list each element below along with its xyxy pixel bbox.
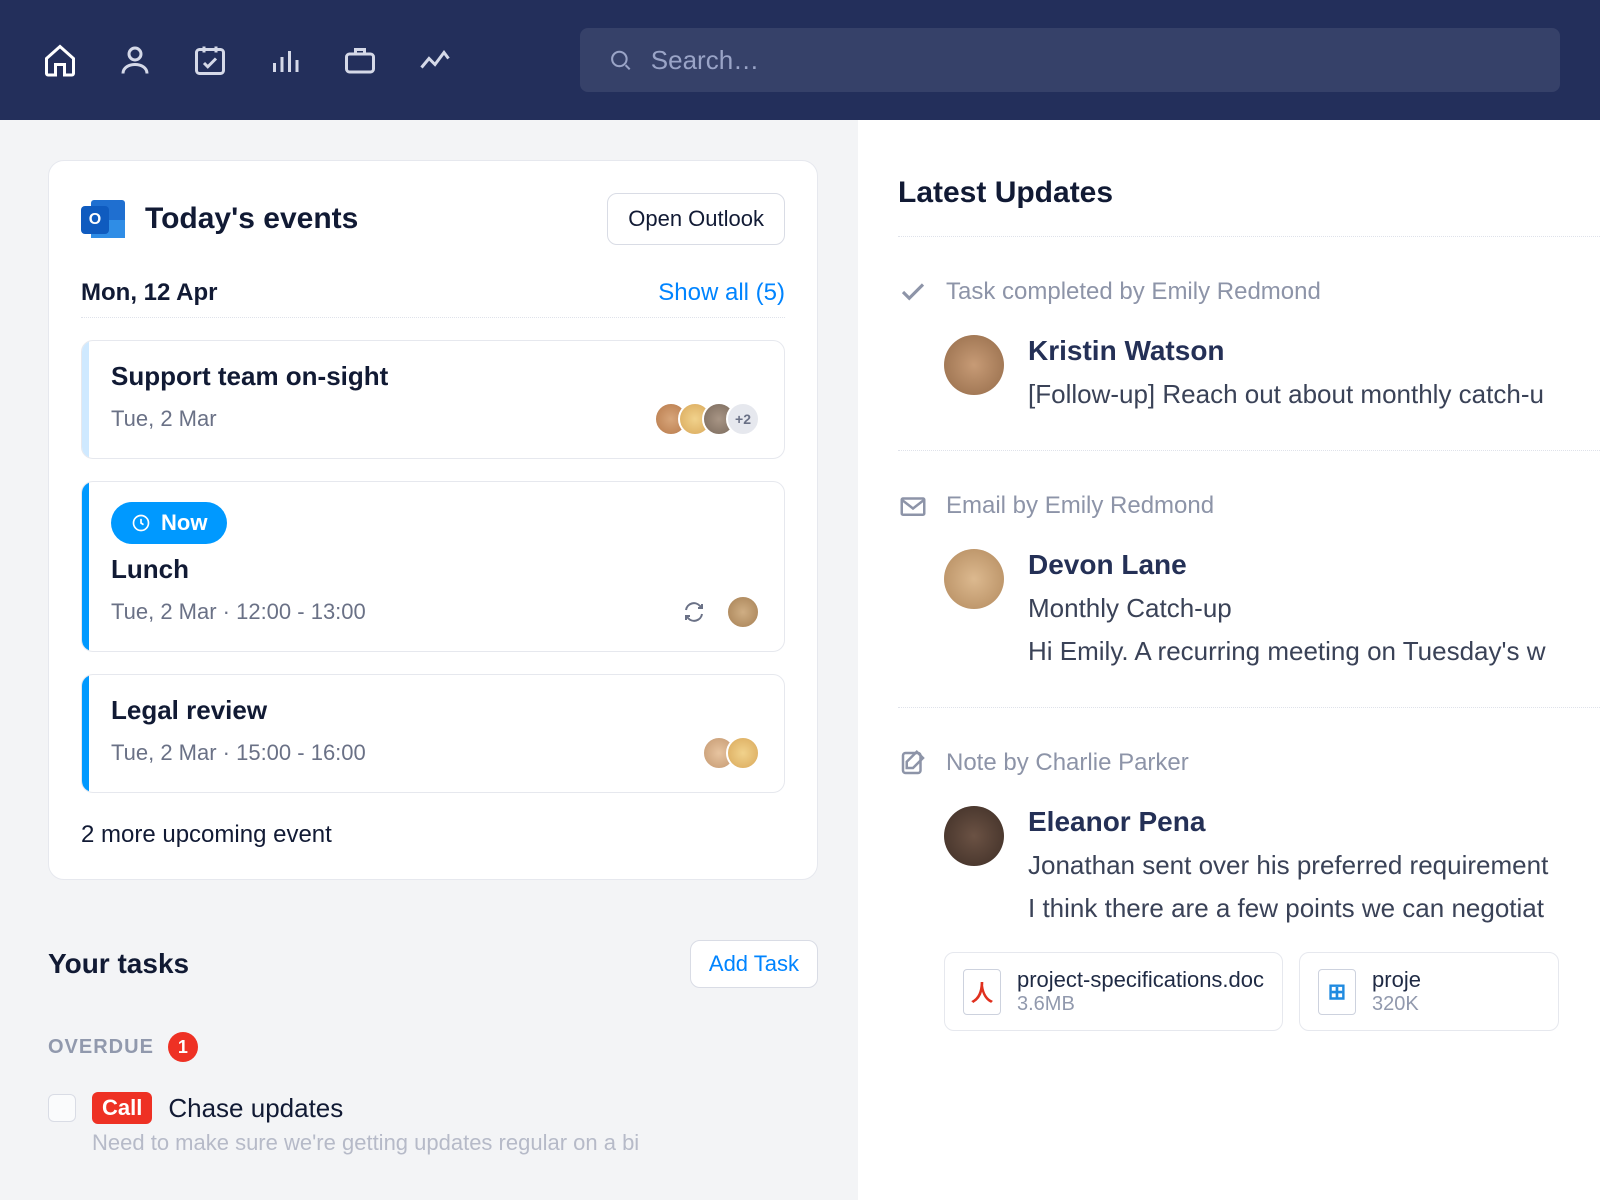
home-icon[interactable]	[40, 40, 80, 80]
event-title: Legal review	[111, 695, 760, 726]
update-item[interactable]: Task completed by Emily Redmond Kristin …	[898, 237, 1600, 451]
open-outlook-button[interactable]: Open Outlook	[607, 193, 785, 245]
calendar-check-icon[interactable]	[190, 40, 230, 80]
task-row[interactable]: Call Chase updates	[48, 1092, 818, 1124]
update-line: Monthly Catch-up	[1028, 593, 1545, 624]
file-pdf-icon	[963, 969, 1001, 1015]
search-input-wrap[interactable]	[580, 28, 1560, 92]
updates-title: Latest Updates	[898, 176, 1600, 237]
attachment[interactable]: project-specifications.doc 3.6MB	[944, 952, 1283, 1031]
update-type-label: Note by Charlie Parker	[946, 749, 1189, 777]
right-column: Latest Updates Task completed by Emily R…	[858, 120, 1600, 1200]
event-item[interactable]: Support team on-sight Tue, 2 Mar +2	[81, 340, 785, 459]
attachment-size: 320K	[1372, 993, 1421, 1016]
clock-icon	[131, 513, 151, 533]
event-attendees: +2	[654, 402, 760, 436]
update-line: I think there are a few points we can ne…	[1028, 893, 1548, 924]
event-title: Lunch	[111, 554, 760, 585]
bar-chart-icon[interactable]	[265, 40, 305, 80]
attachment-name: project-specifications.doc	[1017, 967, 1264, 993]
avatar	[944, 806, 1004, 866]
event-subtitle: Tue, 2 Mar · 15:00 - 16:00	[111, 740, 366, 766]
event-attendees	[702, 736, 760, 770]
attachment[interactable]: proje 320K	[1299, 952, 1559, 1031]
task-title: Chase updates	[168, 1093, 343, 1124]
update-line: Jonathan sent over his preferred require…	[1028, 850, 1548, 881]
events-title: Today's events	[145, 202, 358, 236]
outlook-icon: O	[81, 196, 127, 242]
event-subtitle: Tue, 2 Mar · 12:00 - 13:00	[111, 599, 366, 625]
note-icon	[898, 748, 928, 778]
more-events-link[interactable]: 2 more upcoming event	[81, 821, 785, 849]
check-icon	[898, 277, 928, 307]
update-type-label: Email by Emily Redmond	[946, 492, 1214, 520]
search-input[interactable]	[651, 45, 1532, 76]
update-person-name: Eleanor Pena	[1028, 806, 1548, 838]
events-card: O Today's events Open Outlook Mon, 12 Ap…	[48, 160, 818, 880]
attachment-size: 3.6MB	[1017, 993, 1264, 1016]
avatar	[944, 549, 1004, 609]
task-tag-call: Call	[92, 1092, 152, 1124]
update-item[interactable]: Note by Charlie Parker Eleanor Pena Jona…	[898, 708, 1600, 1071]
update-line: Hi Emily. A recurring meeting on Tuesday…	[1028, 636, 1545, 667]
update-person-name: Kristin Watson	[1028, 335, 1544, 367]
briefcase-icon[interactable]	[340, 40, 380, 80]
recurring-icon	[682, 600, 706, 624]
update-person-name: Devon Lane	[1028, 549, 1545, 581]
task-note: Need to make sure we're getting updates …	[92, 1130, 818, 1156]
task-checkbox[interactable]	[48, 1094, 76, 1122]
search-icon	[608, 47, 633, 73]
left-column: O Today's events Open Outlook Mon, 12 Ap…	[0, 120, 858, 1200]
event-title: Support team on-sight	[111, 361, 760, 392]
update-type-label: Task completed by Emily Redmond	[946, 278, 1321, 306]
now-badge: Now	[111, 502, 227, 544]
activity-icon[interactable]	[415, 40, 455, 80]
top-nav	[0, 0, 1600, 120]
mail-icon	[898, 491, 928, 521]
add-task-button[interactable]: Add Task	[690, 940, 818, 988]
events-date: Mon, 12 Apr	[81, 279, 217, 307]
avatar	[726, 595, 760, 629]
update-item[interactable]: Email by Emily Redmond Devon Lane Monthl…	[898, 451, 1600, 708]
tasks-title: Your tasks	[48, 948, 189, 980]
person-icon[interactable]	[115, 40, 155, 80]
avatar	[726, 736, 760, 770]
file-sheet-icon	[1318, 969, 1356, 1015]
overdue-label: OVERDUE	[48, 1036, 154, 1059]
avatar	[944, 335, 1004, 395]
avatar-more: +2	[726, 402, 760, 436]
event-item[interactable]: Legal review Tue, 2 Mar · 15:00 - 16:00	[81, 674, 785, 793]
update-line: [Follow-up] Reach out about monthly catc…	[1028, 379, 1544, 410]
show-all-link[interactable]: Show all (5)	[658, 279, 785, 307]
overdue-count-badge: 1	[168, 1032, 198, 1062]
event-subtitle: Tue, 2 Mar	[111, 406, 217, 432]
event-item-current[interactable]: Now Lunch Tue, 2 Mar · 12:00 - 13:00	[81, 481, 785, 652]
attachment-name: proje	[1372, 967, 1421, 993]
